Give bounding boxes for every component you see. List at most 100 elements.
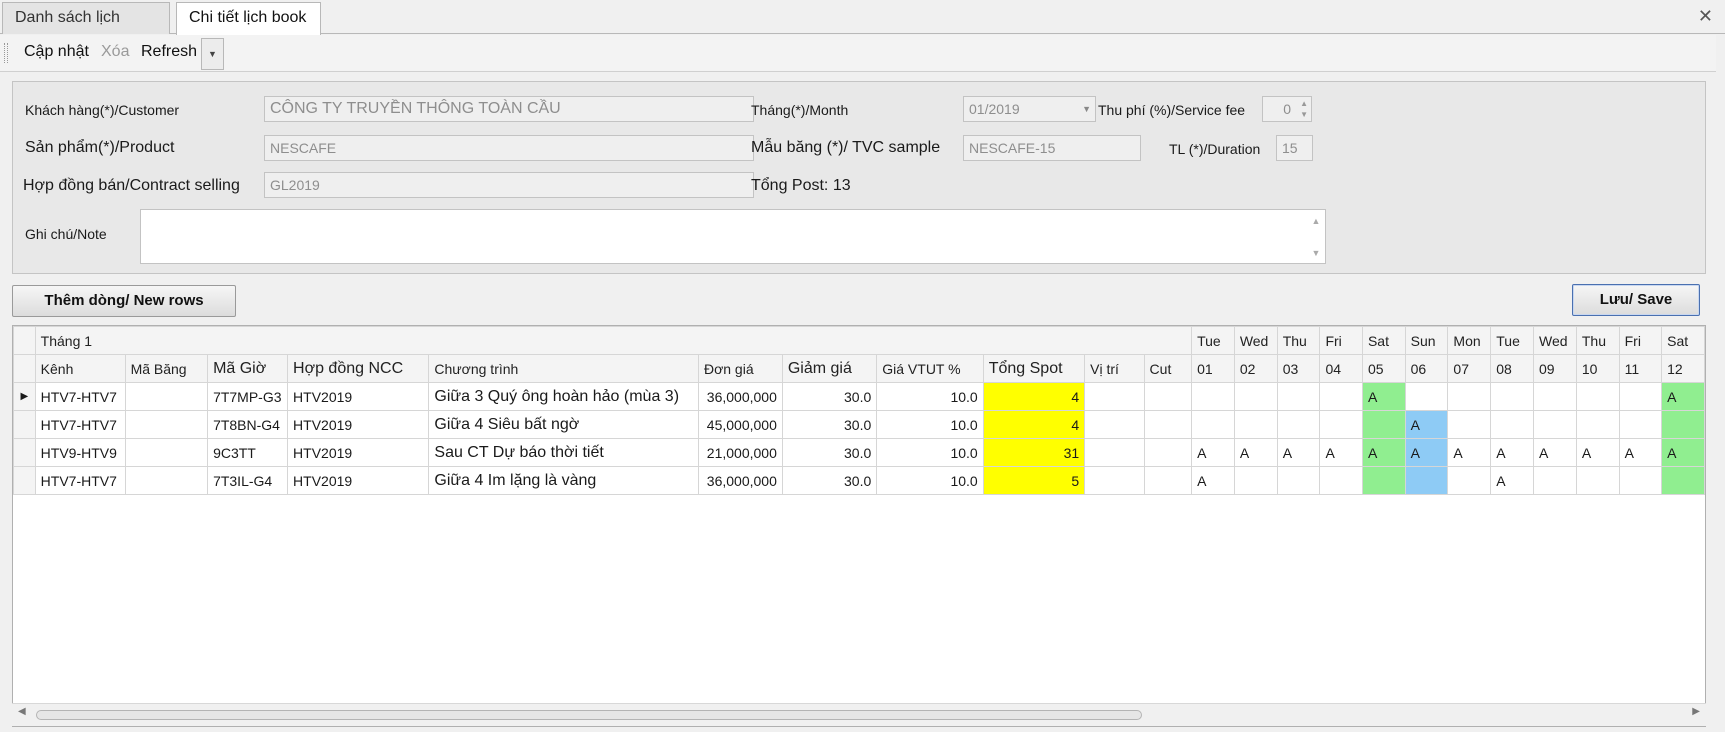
tab-booking-detail[interactable]: Chi tiết lịch book <box>176 2 321 35</box>
day-dow-header[interactable]: Tue <box>1191 326 1235 355</box>
day-num-header[interactable]: 09 <box>1532 354 1577 383</box>
cell-channel[interactable]: HTV7-HTV7 <box>34 466 126 495</box>
scroll-right-icon[interactable]: ▶ <box>1692 706 1700 717</box>
cell-day[interactable] <box>1490 382 1534 411</box>
day-dow-header[interactable]: Fri <box>1618 326 1663 355</box>
day-dow-header[interactable]: Wed <box>1532 326 1577 355</box>
tvc-sample-field[interactable]: NESCAFE-15 <box>963 135 1141 161</box>
cell-day[interactable] <box>1361 466 1406 495</box>
cell-program[interactable]: Giữa 4 Im lặng là vàng <box>428 466 699 495</box>
toolbar-dropdown-button[interactable]: ▼ <box>201 38 224 70</box>
cell-tape-code[interactable] <box>124 466 209 495</box>
add-rows-button[interactable]: Thêm dòng/ New rows <box>12 285 236 317</box>
cell-day[interactable]: A <box>1404 438 1449 467</box>
day-num-header[interactable]: 12 <box>1661 354 1705 383</box>
cell-vtut-price[interactable]: 10.0 <box>876 466 984 495</box>
col-header-total-spot[interactable]: Tổng Spot <box>982 354 1086 383</box>
cell-tape-code[interactable] <box>124 410 209 439</box>
refresh-button[interactable]: Refresh <box>141 43 197 61</box>
cell-day[interactable]: A <box>1191 466 1235 495</box>
cell-day[interactable]: A <box>1575 438 1620 467</box>
day-dow-header[interactable]: Fri <box>1319 326 1363 355</box>
cell-unit-price[interactable]: 36,000,000 <box>697 466 783 495</box>
cell-tape-code[interactable] <box>124 438 209 467</box>
table-row[interactable]: ▶ HTV7-HTV7 7T7MP-G3 HTV2019 Giữa 3 Quý … <box>13 382 1705 411</box>
cell-unit-price[interactable]: 21,000,000 <box>697 438 783 467</box>
day-num-header[interactable]: 11 <box>1618 354 1663 383</box>
cell-program[interactable]: Sau CT Dự báo thời tiết <box>428 438 699 467</box>
cell-contract-ncc[interactable]: HTV2019 <box>287 410 430 439</box>
col-header-vtut-price[interactable]: Giá VTUT % <box>876 354 984 383</box>
chevron-down-icon[interactable]: ▼ <box>1082 97 1091 121</box>
row-indicator[interactable] <box>13 466 36 495</box>
cell-day[interactable] <box>1276 382 1321 411</box>
cell-position[interactable] <box>1084 438 1145 467</box>
cell-time-code[interactable]: 7T3IL-G4 <box>207 466 289 495</box>
cell-time-code[interactable]: 9C3TT <box>207 438 289 467</box>
col-header-program[interactable]: Chương trình <box>428 354 699 383</box>
cell-day[interactable]: A <box>1447 438 1492 467</box>
cell-day[interactable]: A <box>1361 382 1406 411</box>
day-dow-header[interactable]: Mon <box>1447 326 1492 355</box>
cell-day[interactable] <box>1447 410 1492 439</box>
day-num-header[interactable]: 08 <box>1490 354 1534 383</box>
col-header-tape-code[interactable]: Mã Băng <box>124 354 209 383</box>
cell-day[interactable]: A <box>1361 438 1406 467</box>
cell-vtut-price[interactable]: 10.0 <box>876 410 984 439</box>
day-dow-header[interactable]: Sat <box>1361 326 1406 355</box>
month-select[interactable]: 01/2019 ▼ <box>963 96 1096 122</box>
cell-day[interactable] <box>1575 410 1620 439</box>
cell-day[interactable] <box>1276 466 1321 495</box>
day-num-header[interactable]: 01 <box>1191 354 1235 383</box>
cell-channel[interactable]: HTV7-HTV7 <box>34 410 126 439</box>
cell-discount[interactable]: 30.0 <box>781 438 878 467</box>
day-dow-header[interactable]: Thu <box>1276 326 1321 355</box>
update-button[interactable]: Cập nhật <box>24 43 89 61</box>
cell-cut[interactable] <box>1143 466 1193 495</box>
table-row[interactable]: HTV7-HTV7 7T3IL-G4 HTV2019 Giữa 4 Im lặn… <box>13 466 1705 495</box>
cell-day[interactable]: A <box>1233 438 1278 467</box>
cell-program[interactable]: Giữa 4 Siêu bất ngờ <box>428 410 699 439</box>
cell-day[interactable] <box>1618 466 1663 495</box>
cell-time-code[interactable]: 7T8BN-G4 <box>207 410 289 439</box>
day-num-header[interactable]: 06 <box>1404 354 1449 383</box>
spinner-arrows-icon[interactable]: ▲ ▼ <box>1300 98 1308 120</box>
col-header-contract-ncc[interactable]: Hợp đồng NCC <box>287 354 430 383</box>
table-row[interactable]: HTV9-HTV9 9C3TT HTV2019 Sau CT Dự báo th… <box>13 438 1705 467</box>
cell-day[interactable] <box>1361 410 1406 439</box>
cell-day[interactable] <box>1404 466 1449 495</box>
cell-day[interactable]: A <box>1319 438 1363 467</box>
close-icon[interactable]: ✕ <box>1698 4 1713 28</box>
col-header-position[interactable]: Vị trí <box>1084 354 1145 383</box>
cell-day[interactable] <box>1575 466 1620 495</box>
tab-booking-list[interactable]: Danh sách lịch book <box>2 2 170 56</box>
note-scrollbar[interactable]: ▲ ▼ <box>1307 210 1325 263</box>
day-dow-header[interactable]: Wed <box>1233 326 1278 355</box>
cell-unit-price[interactable]: 45,000,000 <box>697 410 783 439</box>
contract-field[interactable]: GL2019 <box>264 172 754 198</box>
col-header-discount[interactable]: Giảm giá <box>781 354 878 383</box>
cell-total-spot[interactable]: 4 <box>982 382 1086 411</box>
cell-day[interactable] <box>1661 410 1705 439</box>
note-textarea[interactable]: ▲ ▼ <box>140 209 1326 264</box>
cell-day[interactable]: A <box>1490 466 1534 495</box>
cell-day[interactable] <box>1233 466 1278 495</box>
col-header-cut[interactable]: Cut <box>1143 354 1193 383</box>
cell-day[interactable] <box>1490 410 1534 439</box>
cell-day[interactable] <box>1233 410 1278 439</box>
cell-channel[interactable]: HTV9-HTV9 <box>34 438 126 467</box>
table-row[interactable]: HTV7-HTV7 7T8BN-G4 HTV2019 Giữa 4 Siêu b… <box>13 410 1705 439</box>
row-indicator[interactable] <box>13 410 36 439</box>
cell-channel[interactable]: HTV7-HTV7 <box>34 382 126 411</box>
day-num-header[interactable]: 04 <box>1319 354 1363 383</box>
row-indicator[interactable] <box>13 438 36 467</box>
cell-vtut-price[interactable]: 10.0 <box>876 438 984 467</box>
cell-total-spot[interactable]: 31 <box>982 438 1086 467</box>
day-dow-header[interactable]: Thu <box>1575 326 1620 355</box>
cell-position[interactable] <box>1084 382 1145 411</box>
cell-day[interactable] <box>1575 382 1620 411</box>
cell-day[interactable] <box>1447 466 1492 495</box>
cell-day[interactable] <box>1191 410 1235 439</box>
cell-position[interactable] <box>1084 466 1145 495</box>
day-num-header[interactable]: 05 <box>1361 354 1406 383</box>
